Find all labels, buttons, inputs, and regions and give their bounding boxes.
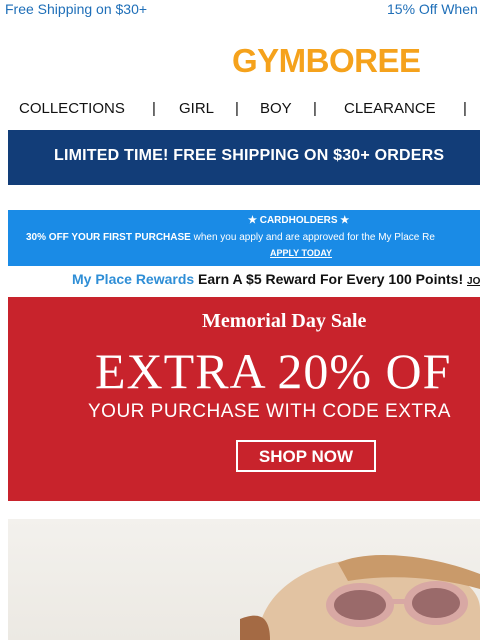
discount-link[interactable]: 15% Off When: [387, 1, 478, 17]
free-shipping-link[interactable]: Free Shipping on $30+: [5, 1, 147, 17]
join-link[interactable]: JO: [467, 276, 480, 287]
nav-separator: |: [152, 100, 156, 117]
nav-separator: |: [313, 100, 317, 117]
sale-code-line: YOUR PURCHASE WITH CODE EXTRA: [88, 401, 451, 422]
gymboree-logo[interactable]: GYMBOREE: [232, 42, 421, 80]
cardholder-heading: ★ CARDHOLDERS ★: [248, 215, 350, 226]
nav-separator: |: [463, 100, 467, 117]
nav-item-girl[interactable]: GIRL: [179, 100, 214, 117]
rewards-message: Earn A $5 Reward For Every 100 Points!: [194, 271, 468, 287]
nav-item-collections[interactable]: COLLECTIONS: [19, 100, 125, 117]
child-with-sunglasses-image: [240, 555, 480, 640]
cardholder-offer: 30% OFF YOUR FIRST PURCHASE when you app…: [26, 232, 435, 243]
cardholder-offer-bold: 30% OFF YOUR FIRST PURCHASE: [26, 232, 191, 243]
hero-photo[interactable]: [8, 519, 480, 640]
shop-now-label: SHOP NOW: [258, 447, 354, 466]
apply-today-link[interactable]: APPLY TODAY: [270, 248, 332, 258]
sale-headline: EXTRA 20% OF: [95, 343, 452, 399]
rewards-line: My Place Rewards Earn A $5 Reward For Ev…: [72, 271, 480, 287]
cardholder-offer-rest: when you apply and are approved for the …: [190, 232, 435, 243]
nav-item-boy[interactable]: BOY: [260, 100, 292, 117]
nav-item-clearance[interactable]: CLEARANCE: [344, 100, 436, 117]
nav-separator: |: [235, 100, 239, 117]
my-place-rewards-label[interactable]: My Place Rewards: [72, 271, 194, 287]
free-shipping-banner[interactable]: LIMITED TIME! FREE SHIPPING ON $30+ ORDE…: [8, 130, 480, 185]
shop-now-button[interactable]: SHOP NOW: [236, 440, 376, 472]
memorial-day-sale-banner[interactable]: Memorial Day Sale EXTRA 20% OF YOUR PURC…: [8, 297, 480, 501]
free-shipping-banner-text: LIMITED TIME! FREE SHIPPING ON $30+ ORDE…: [54, 147, 445, 164]
main-nav: COLLECTIONS | GIRL | BOY | CLEARANCE |: [0, 100, 480, 120]
promo-topbar: Free Shipping on $30+ 15% Off When: [0, 0, 480, 22]
cardholder-banner[interactable]: ★ CARDHOLDERS ★ 30% OFF YOUR FIRST PURCH…: [8, 210, 480, 266]
sale-subtitle: Memorial Day Sale: [202, 310, 367, 332]
